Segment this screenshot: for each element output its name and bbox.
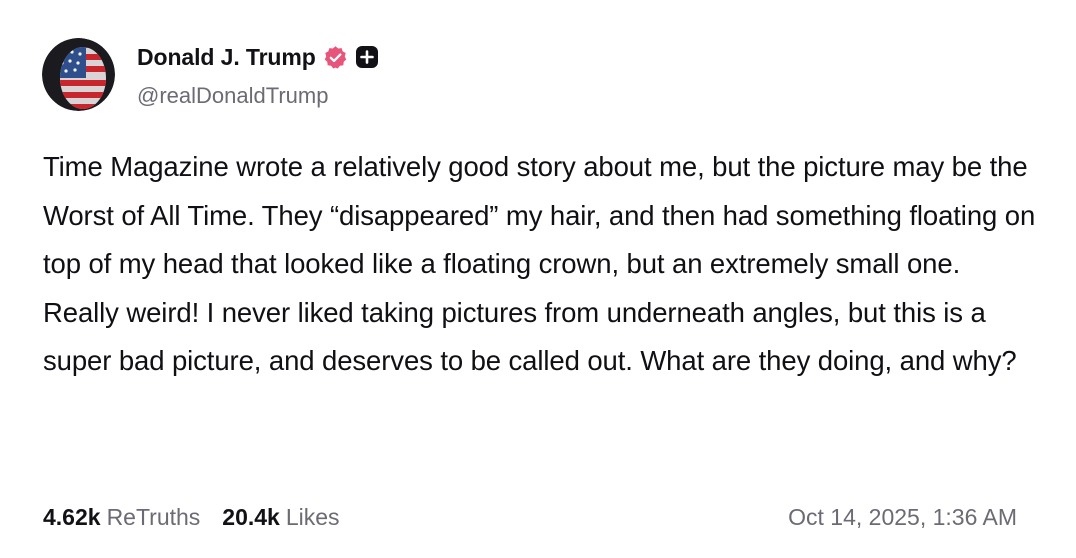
likes-label: Likes	[285, 503, 340, 530]
likes-count: 20.4k	[222, 503, 280, 530]
post-footer: 4.62k ReTruths 20.4k Likes Oct 14, 2025,…	[43, 500, 1017, 534]
retruths-label: ReTruths	[106, 503, 201, 530]
post-timestamp[interactable]: Oct 14, 2025, 1:36 AM	[788, 504, 1017, 531]
author-display-name[interactable]: Donald J. Trump	[137, 44, 316, 71]
retruths-stat[interactable]: 4.62k ReTruths	[43, 504, 200, 531]
avatar[interactable]	[42, 38, 115, 111]
verified-badge-icon	[323, 45, 348, 70]
truth-post: Donald J. Trump @realDonaldTrump Time Ma…	[0, 0, 1076, 558]
flag-face-avatar-icon	[42, 38, 115, 111]
likes-stat[interactable]: 20.4k Likes	[222, 504, 339, 531]
post-text: Time Magazine wrote a relatively good st…	[43, 151, 1036, 376]
author-name-row: Donald J. Trump	[137, 41, 379, 73]
retruths-count: 4.62k	[43, 503, 101, 530]
plus-badge-icon	[355, 45, 379, 69]
author-handle[interactable]: @realDonaldTrump	[137, 83, 328, 109]
